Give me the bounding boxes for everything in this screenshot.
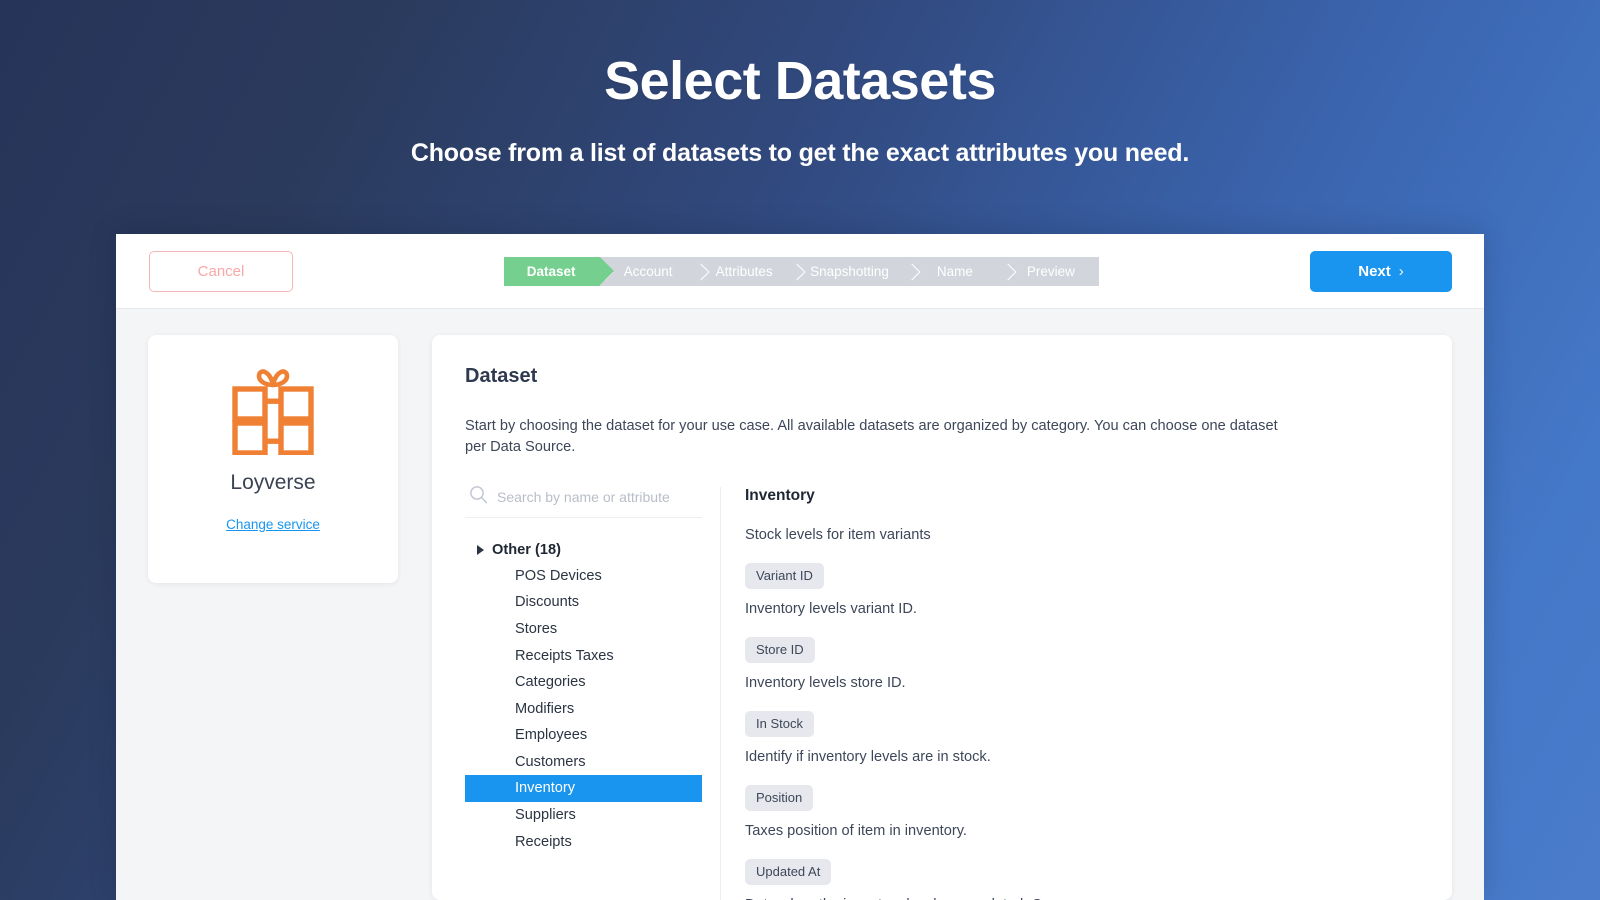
attribute-chip: In Stock [745,711,814,737]
section-description: Start by choosing the dataset for your u… [465,416,1280,457]
stepper-step-dataset[interactable]: Dataset [504,257,600,286]
section-title: Dataset [465,365,1418,388]
attribute-description: Inventory levels variant ID. [745,601,1418,617]
dataset-detail-pane: Inventory Stock levels for item variants… [721,487,1418,900]
next-button[interactable]: Next › [1310,251,1452,292]
dataset-picker: Other (18) POS DevicesDiscountsStoresRec… [465,487,1418,900]
next-button-label: Next [1358,263,1391,280]
tree-item-modifiers[interactable]: Modifiers [465,695,702,722]
attribute-block: Variant ID Inventory levels variant ID. [745,563,1418,617]
tree-group-label: Other (18) [492,542,561,558]
tree-item-suppliers[interactable]: Suppliers [465,802,702,829]
tree-item-discounts[interactable]: Discounts [465,589,702,616]
change-service-link[interactable]: Change service [226,517,320,532]
stepper-step-account[interactable]: Account [600,257,696,286]
tree-item-receipts[interactable]: Receipts [465,828,702,855]
attribute-description: Identify if inventory levels are in stoc… [745,749,1418,765]
hero-banner: Select Datasets Choose from a list of da… [0,0,1600,234]
stepper-step-label: Snapshotting [810,264,889,279]
attribute-block: Position Taxes position of item in invent… [745,785,1418,839]
dataset-detail-title: Inventory [745,487,1418,505]
stepper-step-label: Attributes [716,264,773,279]
tree-item-customers[interactable]: Customers [465,749,702,776]
stepper-step-preview[interactable]: Preview [1003,257,1099,286]
dataset-detail-description: Stock levels for item variants [745,527,1418,543]
caret-right-icon [477,545,484,555]
app-panel: Cancel Dataset Account Attributes Snapshott… [116,234,1484,900]
chevron-right-icon: › [1399,263,1404,280]
tree-group-other[interactable]: Other (18) [465,538,702,562]
tree-item-stores[interactable]: Stores [465,616,702,643]
dataset-tree: Other (18) POS DevicesDiscountsStoresRec… [465,538,702,855]
attribute-chip: Position [745,785,813,811]
stepper-step-label: Dataset [527,264,576,279]
wizard-body: Loyverse Change service Dataset Start by… [116,309,1484,900]
wizard-header: Cancel Dataset Account Attributes Snapshott… [116,234,1484,309]
attribute-chip: Updated At [745,859,831,885]
stepper-step-label: Name [937,264,973,279]
attribute-block: Updated AtDate when the inventory level … [745,859,1418,900]
service-card: Loyverse Change service [148,335,398,583]
dataset-list-pane: Other (18) POS DevicesDiscountsStoresRec… [465,487,721,900]
attribute-description: Inventory levels store ID. [745,675,1418,691]
attribute-description: Taxes position of item in inventory. [745,823,1418,839]
tree-item-employees[interactable]: Employees [465,722,702,749]
attribute-block: Store ID Inventory levels store ID. [745,637,1418,691]
tree-item-categories[interactable]: Categories [465,669,702,696]
stepper-step-name[interactable]: Name [907,257,1003,286]
attribute-chip: Store ID [745,637,815,663]
attribute-chip: Variant ID [745,563,824,589]
tree-item-pos-devices[interactable]: POS Devices [465,562,702,589]
stepper-step-label: Account [624,264,673,279]
page-subtitle: Choose from a list of datasets to get th… [0,138,1600,168]
wizard-stepper: Dataset Account Attributes Snapshotting Name… [293,257,1310,286]
stepper-step-snapshotting[interactable]: Snapshotting [792,257,907,286]
dataset-content-card: Dataset Start by choosing the dataset fo… [432,335,1452,900]
cancel-button[interactable]: Cancel [149,251,293,292]
service-name: Loyverse [230,471,315,495]
tree-item-inventory[interactable]: Inventory [465,775,702,802]
stepper-step-attributes[interactable]: Attributes [696,257,792,286]
gift-box-icon [229,363,317,455]
search-row [465,487,702,518]
page-title: Select Datasets [0,52,1600,110]
tree-item-receipts-taxes[interactable]: Receipts Taxes [465,642,702,669]
search-icon [469,485,488,509]
attribute-block: In Stock Identify if inventory levels are… [745,711,1418,765]
search-input[interactable] [497,489,698,505]
stepper-step-label: Preview [1027,264,1075,279]
